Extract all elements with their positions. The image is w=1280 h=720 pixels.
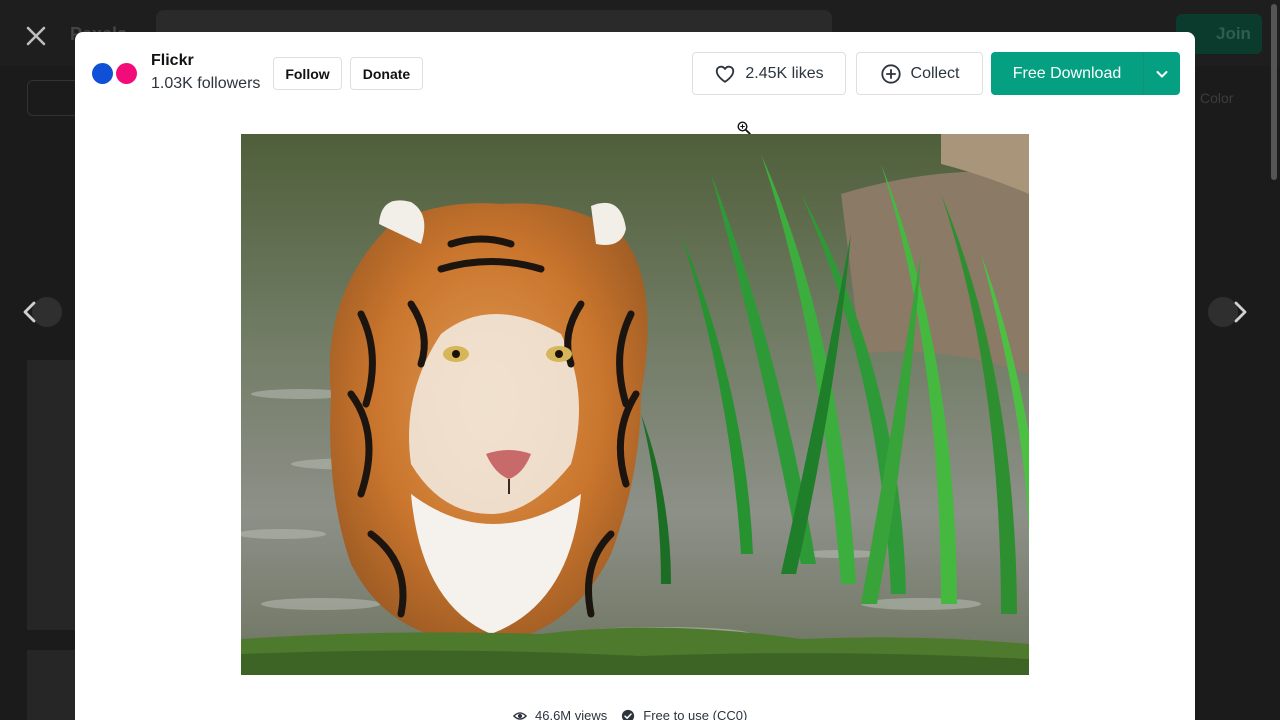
- views-count: 46.6M views: [535, 708, 608, 720]
- like-button[interactable]: 2.45K likes: [692, 52, 846, 95]
- chevron-down-icon: [1156, 70, 1168, 77]
- download-options-button[interactable]: [1144, 52, 1180, 95]
- likes-count: 2.45K likes: [745, 64, 824, 82]
- check-circle-icon: [622, 709, 635, 720]
- background-photo-tile: [27, 650, 75, 720]
- background-color-filter: Color: [1200, 90, 1234, 106]
- plus-circle-icon: [880, 63, 901, 84]
- license-label: Free to use (CC0): [643, 708, 748, 720]
- chevron-right-icon: [1234, 301, 1247, 323]
- author-avatar[interactable]: [92, 62, 138, 84]
- tiger-photo: [241, 134, 1029, 675]
- collect-label: Collect: [910, 64, 960, 82]
- photo-meta: 46.6M views Free to use (CC0): [513, 708, 761, 720]
- views-stat: 46.6M views: [513, 708, 607, 720]
- eye-icon: [513, 711, 527, 720]
- author-followers: 1.03K followers: [151, 75, 261, 92]
- avatar-blue-dot: [92, 63, 113, 84]
- chevron-left-icon: [23, 301, 36, 323]
- download-group: Free Download: [991, 52, 1180, 95]
- photo-preview[interactable]: [241, 134, 1029, 675]
- previous-photo-button[interactable]: [12, 294, 48, 330]
- donate-button[interactable]: Donate: [350, 57, 423, 90]
- follow-button[interactable]: Follow: [273, 57, 342, 90]
- close-modal-button[interactable]: [18, 18, 54, 54]
- close-icon: [26, 26, 46, 46]
- photo-modal: Flickr 1.03K followers Follow Donate 2.4…: [75, 32, 1195, 720]
- page-scrollbar[interactable]: [1271, 4, 1277, 180]
- author-name[interactable]: Flickr: [151, 50, 260, 72]
- license-info[interactable]: Free to use (CC0): [621, 708, 747, 720]
- next-photo-button[interactable]: [1222, 294, 1258, 330]
- collect-button[interactable]: Collect: [856, 52, 983, 95]
- free-download-button[interactable]: Free Download: [991, 52, 1143, 95]
- author-info[interactable]: Flickr 1.03K followers: [92, 50, 260, 96]
- avatar-pink-dot: [116, 63, 137, 84]
- heart-icon: [716, 65, 735, 83]
- background-photo-tile: [27, 360, 75, 630]
- zoom-in-icon: [737, 121, 751, 135]
